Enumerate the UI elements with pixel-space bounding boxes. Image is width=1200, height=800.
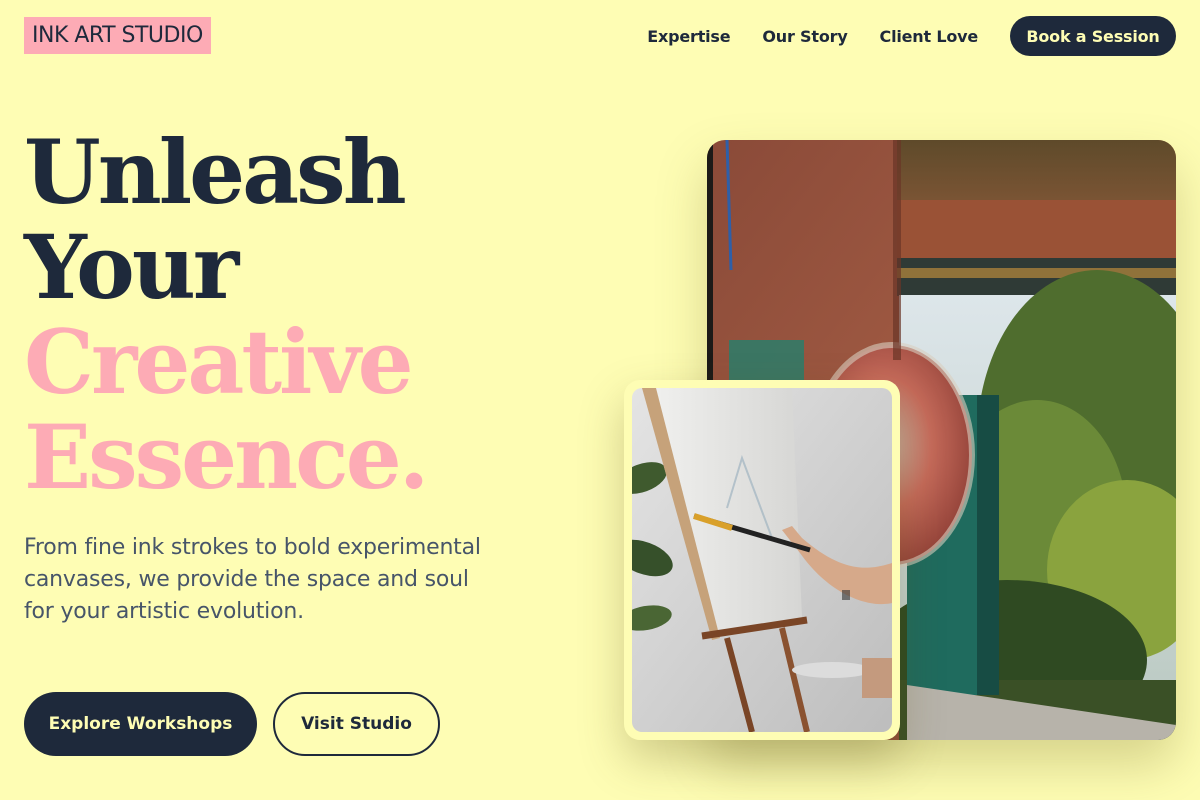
headline-line-3: Creative — [24, 310, 414, 414]
nav-link-client-love[interactable]: Client Love — [880, 27, 979, 46]
visit-studio-button[interactable]: Visit Studio — [273, 692, 440, 756]
logo[interactable]: INK ART STUDIO — [24, 17, 211, 54]
nav-link-expertise[interactable]: Expertise — [647, 27, 730, 46]
nav-link-our-story[interactable]: Our Story — [762, 27, 847, 46]
headline-line-2: Your — [24, 215, 239, 319]
inset-photo-frame — [624, 380, 900, 740]
headline-line-1: Unleash — [24, 120, 407, 224]
explore-workshops-button[interactable]: Explore Workshops — [24, 692, 257, 756]
main-nav: Expertise Our Story Client Love Book a S… — [647, 16, 1176, 56]
book-session-button[interactable]: Book a Session — [1010, 16, 1176, 56]
hero-subtext: From fine ink strokes to bold experiment… — [24, 535, 481, 624]
headline-line-4: Essence. — [24, 405, 429, 509]
painting-at-easel-photo — [632, 388, 892, 732]
logo-text: INK ART STUDIO — [32, 23, 203, 48]
hero-headline: Unleash Your Creative Essence. — [24, 120, 429, 509]
